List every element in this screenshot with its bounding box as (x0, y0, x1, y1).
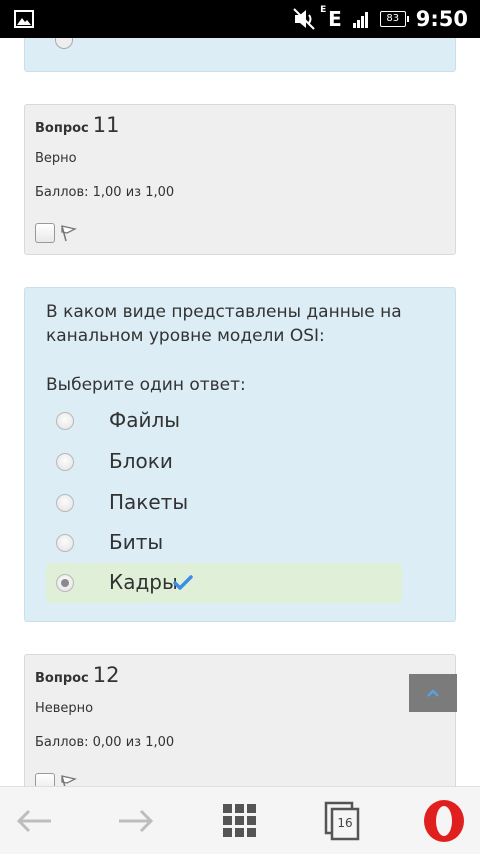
answer-option[interactable]: Биты (46, 523, 402, 563)
tabs-button[interactable]: 16 (318, 787, 370, 855)
question-info-11: Вопрос 11 Верно Баллов: 1,00 из 1,00 (24, 104, 456, 255)
option-label: Биты (109, 530, 164, 554)
option-label: Кадры (109, 570, 178, 594)
flag-icon (61, 225, 77, 242)
tab-count: 16 (337, 816, 353, 830)
signal-icon (352, 12, 368, 28)
opera-menu-button[interactable] (420, 787, 468, 855)
browser-toolbar: 16 (0, 786, 480, 854)
status-bar: EE 83 9:50 (0, 0, 480, 38)
question-state: Верно (35, 151, 77, 166)
option-label: Блоки (109, 449, 173, 473)
speed-dial-icon (223, 804, 256, 837)
question-state: Неверно (35, 701, 94, 716)
option-label: Файлы (109, 408, 181, 432)
radio-button-selected[interactable] (56, 574, 74, 592)
question-info-12: Вопрос 12 Неверно Баллов: 0,00 из 1,00 (24, 654, 456, 786)
question-title: Вопрос 11 (35, 113, 120, 137)
flag-icon (61, 775, 77, 786)
question-content: В каком виде представлены данные на кана… (24, 287, 456, 622)
radio-button[interactable] (56, 534, 74, 552)
radio-button[interactable] (56, 412, 74, 430)
option-label: Пакеты (109, 490, 189, 514)
check-icon (173, 575, 193, 590)
battery-icon: 83 (379, 11, 409, 27)
tabs-icon: 16 (324, 801, 364, 841)
flag-question-button[interactable] (35, 773, 77, 786)
forward-button[interactable] (110, 787, 162, 855)
flag-checkbox[interactable] (35, 773, 55, 786)
question-grade: Баллов: 0,00 из 1,00 (35, 735, 175, 750)
mute-icon (293, 8, 315, 30)
radio-button[interactable] (56, 453, 74, 471)
flag-checkbox[interactable] (35, 223, 55, 243)
back-button[interactable] (8, 787, 60, 855)
answer-option[interactable]: Блоки (46, 442, 402, 482)
answer-option-correct[interactable]: Кадры (46, 563, 402, 603)
back-arrow-icon (16, 809, 51, 833)
answer-option[interactable]: Файлы (46, 401, 402, 441)
question-title: Вопрос 12 (35, 663, 120, 687)
clock: 9:50 (415, 7, 468, 31)
opera-logo-icon (424, 800, 464, 842)
question-text: В каком виде представлены данные на кана… (46, 302, 402, 346)
answer-option[interactable]: Пакеты (46, 483, 402, 523)
scroll-to-top-button[interactable] (409, 674, 457, 712)
network-type: EE (320, 5, 342, 31)
page-content: Вопрос 11 Верно Баллов: 1,00 из 1,00 В ка… (0, 38, 480, 786)
question-grade: Баллов: 1,00 из 1,00 (35, 185, 175, 200)
flag-question-button[interactable] (35, 223, 77, 243)
radio-button[interactable] (56, 494, 74, 512)
previous-question-box (24, 38, 456, 72)
speed-dial-button[interactable] (214, 787, 266, 855)
forward-arrow-icon (119, 809, 154, 833)
chevron-up-icon (427, 689, 439, 697)
radio-button[interactable] (55, 38, 73, 49)
image-icon (14, 10, 34, 28)
answer-prompt: Выберите один ответ: (46, 375, 246, 395)
